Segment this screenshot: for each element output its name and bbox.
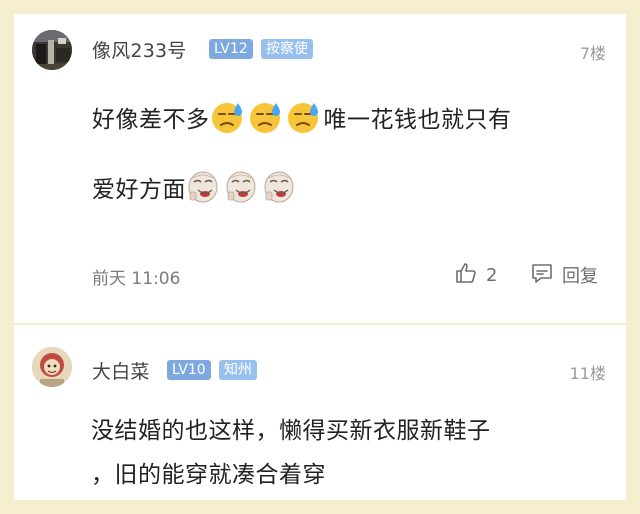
level-badge: LV12 <box>209 39 253 59</box>
like-count: 2 <box>486 264 498 286</box>
title-badge: 知州 <box>219 360 257 380</box>
laughing-meme-face-icon <box>186 170 220 204</box>
title-badge: 按察使 <box>261 39 313 59</box>
comment-text-line: 爱好方面 <box>92 170 300 204</box>
username[interactable]: 像风233号 <box>92 36 186 63</box>
comment-card: 大白菜 LV10 知州 11楼 没结婚的也这样，懒得买新衣服新鞋子 ，旧的能穿就… <box>14 325 626 500</box>
comment-card: 像风233号 LV12 按察使 7楼 好像差不多 唯一花钱也就只有 爱好方面 前天… <box>14 14 626 323</box>
comment-text: 爱好方面 <box>92 177 186 203</box>
comment-timestamp: 前天 11:06 <box>92 269 181 289</box>
avatar[interactable] <box>32 30 72 70</box>
comment-text-line: 好像差不多 唯一花钱也就只有 <box>92 100 512 134</box>
floor-number: 7楼 <box>579 44 606 63</box>
comment-text: ，旧的能穿就凑合着穿 <box>91 462 326 488</box>
laughing-meme-face-icon <box>224 170 258 204</box>
like-button[interactable]: 2 <box>454 262 497 288</box>
sweat-face-icon <box>210 100 244 134</box>
username[interactable]: 大白菜 <box>92 357 150 384</box>
comment-text: 没结婚的也这样，懒得买新衣服新鞋子 <box>91 418 491 444</box>
level-badge: LV10 <box>167 360 211 380</box>
comment-text: 唯一花钱也就只有 <box>323 107 512 133</box>
comment-bubble-icon <box>530 261 554 290</box>
floor-number: 11楼 <box>569 364 606 383</box>
laughing-meme-face-icon <box>262 170 296 204</box>
thumbs-up-icon <box>454 261 478 290</box>
reply-button[interactable]: 回复 <box>530 262 598 288</box>
comment-text: 好像差不多 <box>92 107 210 133</box>
sweat-face-icon <box>286 100 320 134</box>
reply-label: 回复 <box>562 266 598 287</box>
avatar[interactable] <box>32 347 72 387</box>
sweat-face-icon <box>248 100 282 134</box>
